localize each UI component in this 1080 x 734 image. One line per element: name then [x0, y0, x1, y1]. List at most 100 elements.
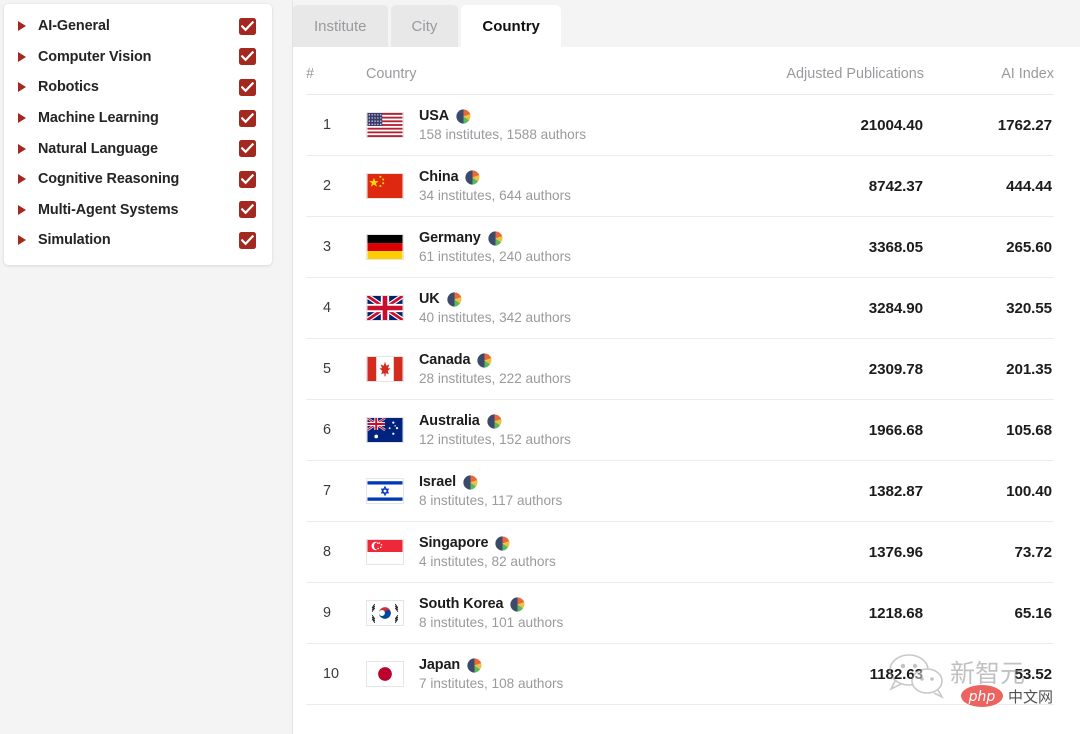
sidebar-item-checkbox[interactable]: [239, 140, 256, 158]
cell-adjusted-publications: 1182.63: [704, 643, 924, 705]
tab-bar: Institute City Country: [293, 0, 1080, 47]
cell-ai-index: 320.55: [924, 277, 1054, 339]
triangle-right-icon[interactable]: [18, 235, 26, 246]
check-glyph: [241, 143, 254, 154]
country-name[interactable]: South Korea: [419, 596, 504, 612]
country-name[interactable]: Singapore: [419, 535, 489, 551]
ranking-table: # Country Adjusted Publications AI Index…: [306, 47, 1054, 705]
table-row[interactable]: 9 South Korea 8 institutes, 101 authors …: [306, 582, 1054, 644]
pie-chart-icon[interactable]: [463, 474, 478, 490]
sidebar-item-checkbox[interactable]: [239, 78, 256, 96]
cell-ai-index: 73.72: [924, 521, 1054, 583]
cell-rank: 7: [306, 460, 366, 522]
country-name[interactable]: USA: [419, 108, 449, 124]
table-row[interactable]: 4 UK 40 institutes, 342 authors 3284.90 …: [306, 277, 1054, 339]
sidebar-item-machine-learning[interactable]: Machine Learning: [4, 103, 272, 134]
pie-chart-icon[interactable]: [446, 291, 462, 307]
sidebar-item-label: Cognitive Reasoning: [38, 171, 180, 188]
country-name[interactable]: Canada: [419, 352, 470, 368]
pie-chart-icon[interactable]: [456, 108, 471, 124]
sidebar-item-label: Machine Learning: [38, 110, 159, 127]
cell-adjusted-publications: 1218.68: [704, 582, 924, 644]
cell-country: Australia 12 institutes, 152 authors: [366, 399, 704, 461]
tab-country[interactable]: Country: [461, 5, 561, 47]
sidebar-item-checkbox[interactable]: [239, 109, 256, 127]
pie-chart-icon[interactable]: [510, 596, 525, 612]
cell-adjusted-publications: 2309.78: [704, 338, 924, 400]
country-meta: 12 institutes, 152 authors: [419, 432, 571, 447]
flag-uk-icon: [366, 295, 404, 322]
cell-country: Canada 28 institutes, 222 authors: [366, 338, 704, 400]
sidebar-item-multi-agent-systems[interactable]: Multi-Agent Systems: [4, 195, 272, 226]
table-row[interactable]: 1 USA 158 institutes, 1588 authors 21004…: [306, 94, 1054, 156]
sidebar-item-cognitive-reasoning[interactable]: Cognitive Reasoning: [4, 164, 272, 195]
column-header-rank[interactable]: #: [306, 47, 366, 95]
sidebar-item-computer-vision[interactable]: Computer Vision: [4, 42, 272, 73]
column-header-ai-index[interactable]: AI Index: [924, 47, 1054, 95]
check-glyph: [241, 173, 254, 185]
triangle-right-icon[interactable]: [18, 21, 26, 32]
sidebar-item-robotics[interactable]: Robotics: [4, 72, 272, 103]
table-row[interactable]: 10 Japan 7 institutes, 108 authors 1182.…: [306, 643, 1054, 705]
column-header-country[interactable]: Country: [366, 47, 704, 95]
pie-chart-icon[interactable]: [488, 230, 503, 246]
table-row[interactable]: 3 Germany 61 institutes, 240 authors 336…: [306, 216, 1054, 278]
cell-rank: 10: [306, 643, 366, 705]
sidebar-item-label: Robotics: [38, 79, 99, 96]
sidebar-item-checkbox[interactable]: [239, 17, 256, 35]
pie-chart-icon[interactable]: [477, 352, 492, 368]
triangle-right-icon[interactable]: [18, 113, 26, 124]
table-row[interactable]: 7 Israel 8 institutes, 117 authors 1382.…: [306, 460, 1054, 522]
country-name[interactable]: Germany: [419, 230, 481, 246]
triangle-right-icon[interactable]: [18, 174, 26, 185]
flag-china-icon: [366, 173, 404, 200]
pie-chart-icon[interactable]: [465, 169, 480, 185]
pie-chart-icon[interactable]: [495, 535, 510, 551]
cell-rank: 3: [306, 216, 366, 278]
table-row[interactable]: 8 Singapore 4 institutes, 82 authors 137…: [306, 521, 1054, 583]
country-meta: 40 institutes, 342 authors: [419, 310, 571, 325]
triangle-right-icon[interactable]: [18, 51, 26, 62]
sidebar-item-natural-language[interactable]: Natural Language: [4, 133, 272, 164]
ranking-panel: # Country Adjusted Publications AI Index…: [293, 47, 1080, 734]
cell-country: Japan 7 institutes, 108 authors: [366, 643, 704, 705]
triangle-right-icon[interactable]: [18, 204, 26, 215]
check-glyph: [241, 81, 254, 93]
country-name[interactable]: Australia: [419, 413, 480, 429]
sidebar-item-checkbox[interactable]: [239, 201, 256, 219]
country-meta: 7 institutes, 108 authors: [419, 676, 564, 691]
cell-adjusted-publications: 1376.96: [704, 521, 924, 583]
check-glyph: [241, 204, 254, 215]
country-meta: 28 institutes, 222 authors: [419, 371, 571, 386]
tab-city[interactable]: City: [390, 5, 459, 47]
main-panel: Institute City Country # Country Adjusted …: [293, 0, 1080, 734]
sidebar-item-ai-general[interactable]: AI-General: [4, 11, 272, 42]
cell-ai-index: 105.68: [924, 399, 1054, 461]
sidebar-item-checkbox[interactable]: [239, 231, 256, 249]
triangle-right-icon[interactable]: [18, 143, 26, 154]
country-name[interactable]: China: [419, 169, 459, 185]
table-row[interactable]: 6 Australia 12 institutes, 152 authors 1…: [306, 399, 1054, 461]
country-name[interactable]: UK: [419, 291, 440, 307]
country-name[interactable]: Japan: [419, 657, 460, 673]
flag-japan-icon: [366, 661, 404, 688]
sidebar-item-checkbox[interactable]: [239, 48, 256, 66]
country-name[interactable]: Israel: [419, 474, 456, 490]
flag-israel-icon: [366, 478, 404, 505]
check-glyph: [241, 112, 254, 123]
cell-ai-index: 444.44: [924, 155, 1054, 217]
sidebar-item-simulation[interactable]: Simulation: [4, 225, 272, 256]
pie-chart-icon[interactable]: [467, 657, 482, 673]
sidebar-item-label: Simulation: [38, 232, 111, 249]
table-row[interactable]: 2 China 34 institutes, 644 authors 8742.…: [306, 155, 1054, 217]
tab-institute[interactable]: Institute: [293, 5, 388, 47]
pie-chart-icon[interactable]: [487, 413, 502, 429]
column-header-publications[interactable]: Adjusted Publications: [704, 47, 924, 95]
sidebar-item-checkbox[interactable]: [239, 170, 256, 188]
table-row[interactable]: 5 Canada 28 institutes, 222 authors 2309…: [306, 338, 1054, 400]
triangle-right-icon[interactable]: [18, 82, 26, 93]
cell-rank: 4: [306, 277, 366, 339]
cell-ai-index: 265.60: [924, 216, 1054, 278]
sidebar-item-label: Computer Vision: [38, 48, 152, 65]
country-meta: 4 institutes, 82 authors: [419, 554, 556, 569]
